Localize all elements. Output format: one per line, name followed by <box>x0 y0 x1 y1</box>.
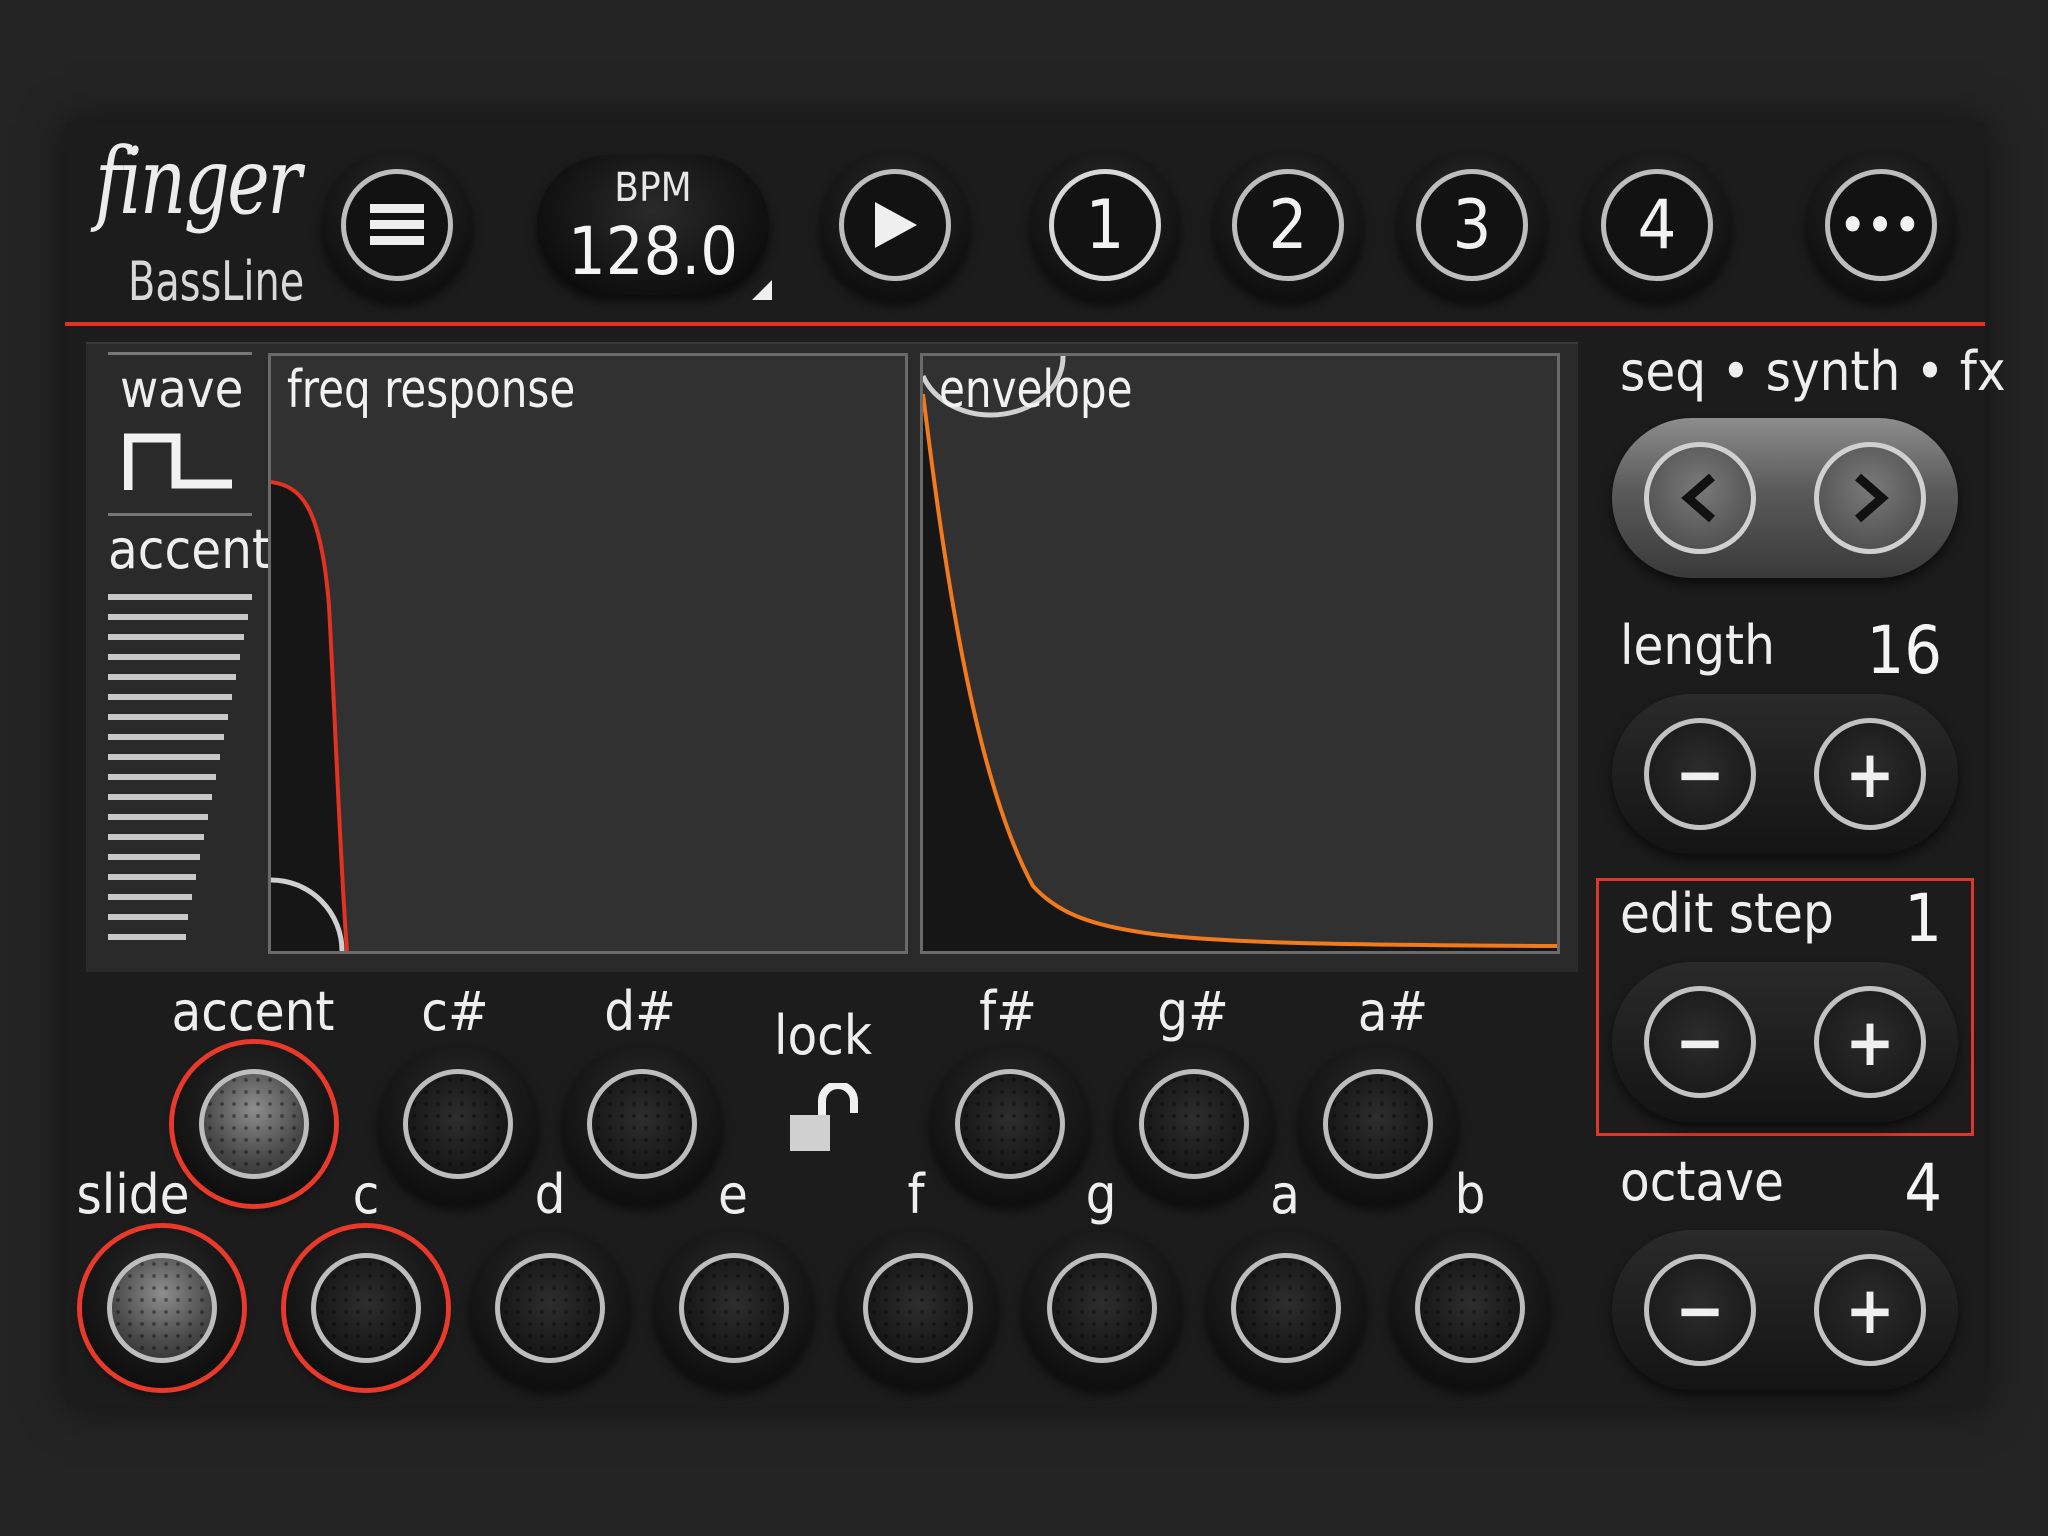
pattern-button-2[interactable]: 2 <box>1213 150 1363 300</box>
octave-value: 4 <box>1904 1150 1942 1227</box>
note-key-c[interactable] <box>286 1228 446 1388</box>
envelope-graph[interactable]: envelope <box>920 353 1560 954</box>
play-button[interactable] <box>820 150 970 300</box>
pattern-label-1: 1 <box>1085 185 1125 265</box>
note-key-f-sharp[interactable] <box>930 1044 1090 1204</box>
key-label-c-sharp: c# <box>421 980 489 1043</box>
length-stepper: − + <box>1612 694 1958 854</box>
unlock-icon[interactable] <box>788 1081 864 1157</box>
pattern-button-4[interactable]: 4 <box>1582 150 1732 300</box>
edit-step-value: 1 <box>1904 880 1942 957</box>
envelope-title: envelope <box>939 360 1133 420</box>
key-label-e: e <box>718 1163 748 1226</box>
note-key-g-sharp[interactable] <box>1114 1044 1274 1204</box>
length-value: 16 <box>1866 612 1942 689</box>
key-label-f: f <box>907 1163 925 1226</box>
previous-section-button[interactable] <box>1644 442 1756 554</box>
chevron-right-icon <box>1855 473 1889 523</box>
key-label-d-sharp: d# <box>604 980 676 1043</box>
key-label-a-sharp: a# <box>1357 980 1429 1043</box>
more-button[interactable]: ••• <box>1806 150 1956 300</box>
bpm-label: BPM <box>614 165 692 211</box>
square-wave-icon[interactable] <box>123 432 236 496</box>
edit-step-increase-button[interactable]: + <box>1814 986 1926 1098</box>
slide-key-label: slide <box>76 1163 190 1226</box>
pattern-label-4: 4 <box>1637 185 1677 265</box>
note-key-a[interactable] <box>1206 1228 1366 1388</box>
header-divider <box>65 322 1985 326</box>
accent-key-label: accent <box>171 980 335 1043</box>
bpm-corner-icon <box>752 280 772 300</box>
pattern-button-1[interactable]: 1 <box>1030 150 1180 300</box>
key-label-c: c <box>352 1163 380 1226</box>
octave-label: octave <box>1620 1150 1784 1213</box>
length-label: length <box>1620 614 1775 677</box>
more-icon: ••• <box>1840 199 1922 251</box>
note-key-e[interactable] <box>654 1228 814 1388</box>
note-key-c-sharp[interactable] <box>378 1044 538 1204</box>
key-label-f-sharp: f# <box>979 980 1037 1043</box>
note-key-a-sharp[interactable] <box>1298 1044 1458 1204</box>
key-label-b: b <box>1454 1163 1486 1226</box>
bpm-value: 128.0 <box>568 213 738 290</box>
freq-response-title: freq response <box>287 360 576 420</box>
pattern-label-3: 3 <box>1452 185 1492 265</box>
accent-key[interactable] <box>174 1044 334 1204</box>
note-key-d[interactable] <box>470 1228 630 1388</box>
pattern-button-3[interactable]: 3 <box>1397 150 1547 300</box>
wave-label: wave <box>120 360 244 420</box>
wave-accent-column: wave accent <box>108 352 271 952</box>
chevron-left-icon <box>1681 473 1715 523</box>
section-tabs-label: seq • synth • fx <box>1620 340 2006 403</box>
menu-button[interactable] <box>322 150 472 300</box>
pattern-label-2: 2 <box>1268 185 1308 265</box>
next-section-button[interactable] <box>1814 442 1926 554</box>
length-increase-button[interactable]: + <box>1814 718 1926 830</box>
envelope-curve <box>923 356 1557 951</box>
octave-stepper: − + <box>1612 1230 1958 1390</box>
note-key-d-sharp[interactable] <box>562 1044 722 1204</box>
length-decrease-button[interactable]: − <box>1644 718 1756 830</box>
freq-response-curve <box>271 480 349 951</box>
edit-step-stepper: − + <box>1612 962 1958 1122</box>
key-label-g-sharp: g# <box>1157 980 1229 1043</box>
note-key-f[interactable] <box>838 1228 998 1388</box>
menu-icon <box>322 150 472 300</box>
octave-increase-button[interactable]: + <box>1814 1254 1926 1366</box>
freq-response-graph[interactable]: freq response <box>268 353 908 954</box>
accent-level-label: accent <box>108 518 271 581</box>
note-key-g[interactable] <box>1022 1228 1182 1388</box>
octave-decrease-button[interactable]: − <box>1644 1254 1756 1366</box>
logo-bassline: BassLine <box>128 250 305 313</box>
edit-step-label: edit step <box>1620 882 1834 945</box>
key-label-d: d <box>534 1163 566 1226</box>
logo-finger: finger <box>95 128 302 235</box>
key-label-a: a <box>1270 1163 1300 1226</box>
bpm-display[interactable]: BPM 128.0 <box>537 155 769 295</box>
edit-step-decrease-button[interactable]: − <box>1644 986 1756 1098</box>
section-nav <box>1612 418 1958 578</box>
play-icon <box>820 150 970 300</box>
note-key-b[interactable] <box>1390 1228 1550 1388</box>
key-label-g: g <box>1085 1163 1117 1226</box>
slide-key[interactable] <box>82 1228 242 1388</box>
lock-label: lock <box>773 1004 873 1067</box>
